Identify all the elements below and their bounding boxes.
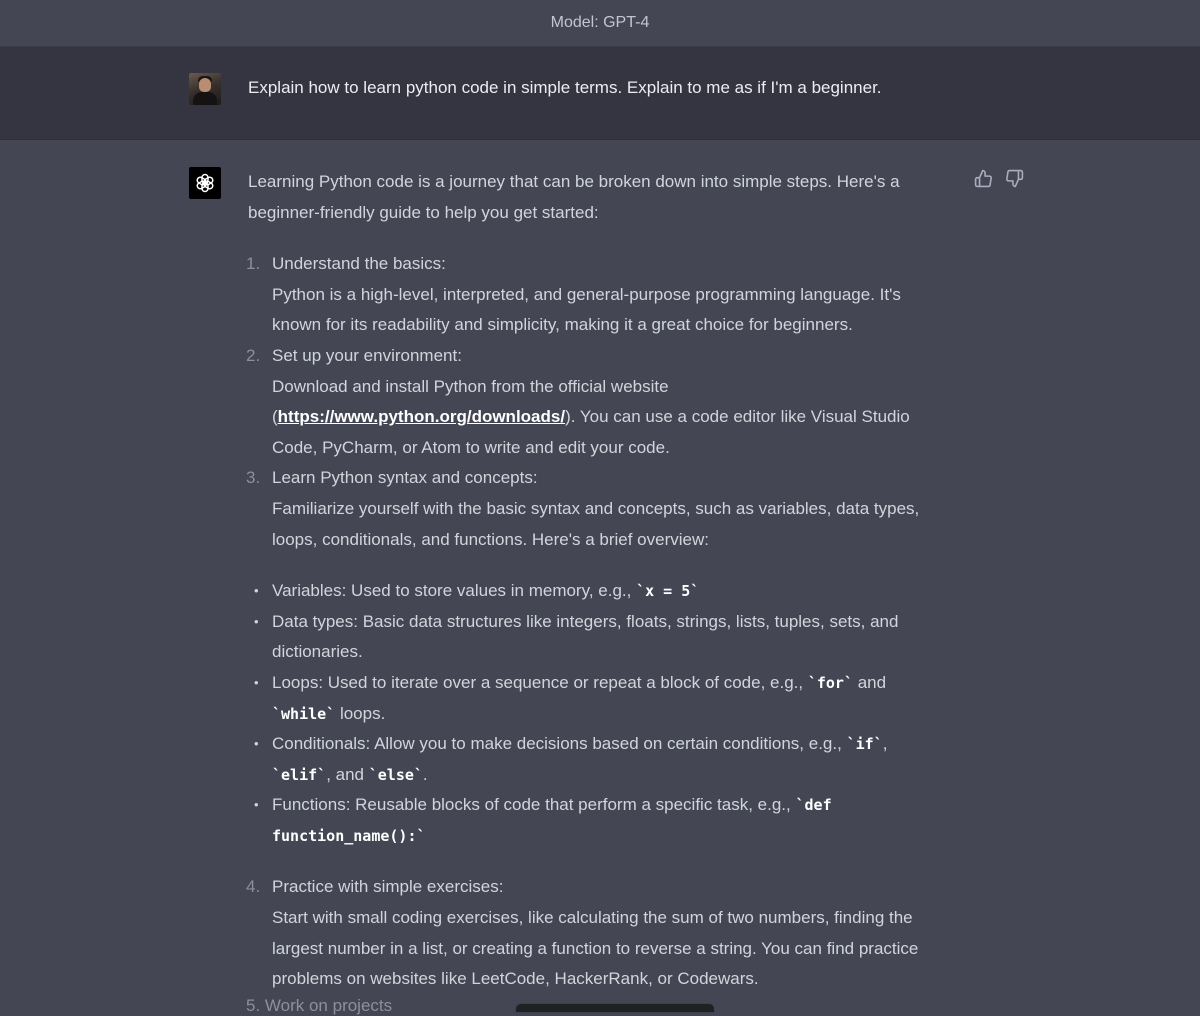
assistant-message: Learning Python code is a journey that c…	[246, 167, 968, 995]
model-label: Model: GPT-4	[550, 14, 650, 31]
step-line: Python is a high-level, interpreted, and…	[272, 284, 901, 304]
step-title: Learn Python syntax and concepts:	[272, 468, 538, 488]
python-downloads-link[interactable]: https://www.python.org/downloads/	[278, 407, 565, 426]
user-avatar	[189, 73, 221, 105]
inline-code: `while`	[272, 704, 336, 723]
step-line: (https://www.python.org/downloads/). You…	[272, 407, 910, 427]
step-number: 2.	[246, 345, 261, 365]
inline-code: `for`	[807, 673, 853, 692]
inline-code: `elif`	[272, 765, 327, 784]
step-title: Understand the basics:	[272, 254, 446, 274]
feedback-buttons	[974, 169, 1024, 188]
step-4: 4. Practice with simple exercises: Start…	[246, 872, 968, 994]
bullet-dot: •	[254, 736, 259, 752]
step-number: 3.	[246, 468, 261, 488]
bullet-conditionals: • Conditionals: Allow you to make decisi…	[248, 729, 968, 790]
step-line: Start with small coding exercises, like …	[272, 908, 913, 928]
inline-code: `if`	[846, 735, 883, 754]
intro-line-1: Learning Python code is a journey that c…	[248, 172, 900, 191]
bullet-dot: •	[254, 613, 259, 629]
step-1: 1. Understand the basics: Python is a hi…	[246, 249, 968, 341]
bullet-data-types: • Data types: Basic data structures like…	[248, 607, 968, 668]
scroll-to-bottom-bar[interactable]	[515, 1003, 715, 1013]
step-line: Code, PyCharm, or Atom to write and edit…	[272, 437, 670, 457]
bullet-loops: • Loops: Used to iterate over a sequence…	[248, 668, 968, 729]
thumbs-up-icon[interactable]	[974, 169, 993, 188]
step-5-partial: 5. Work on projects	[246, 996, 393, 1015]
bullet-dot: •	[254, 797, 259, 813]
step-line: problems on websites like LeetCode, Hack…	[272, 969, 759, 989]
step-line: Download and install Python from the off…	[272, 376, 669, 396]
user-message-text: Explain how to learn python code in simp…	[248, 78, 882, 97]
step-line: Familiarize yourself with the basic synt…	[272, 498, 920, 518]
step-line: largest number in a list, or creating a …	[272, 938, 919, 958]
bullet-functions: • Functions: Reusable blocks of code tha…	[248, 790, 968, 851]
step-3: 3. Learn Python syntax and concepts: Fam…	[246, 463, 968, 555]
step-title: Set up your environment:	[272, 345, 462, 365]
step-line: loops, conditionals, and functions. Here…	[272, 529, 709, 549]
thumbs-down-icon[interactable]	[1005, 169, 1024, 188]
intro-line-2: beginner-friendly guide to help you get …	[248, 202, 599, 222]
step-2: 2. Set up your environment: Download and…	[246, 341, 968, 463]
step-line: known for its readability and simplicity…	[272, 315, 853, 335]
step-title: Practice with simple exercises:	[272, 877, 504, 897]
step-number: 1.	[246, 254, 261, 274]
openai-logo-icon	[189, 167, 221, 199]
inline-code: `x = 5`	[636, 582, 700, 601]
bullet-dot: •	[254, 583, 259, 599]
step-number: 4.	[246, 877, 261, 897]
inline-code: function_name():`	[272, 826, 426, 845]
bullet-dot: •	[254, 674, 259, 690]
bullet-variables: • Variables: Used to store values in mem…	[248, 576, 968, 607]
model-header: Model: GPT-4	[0, 0, 1200, 47]
inline-code: `else`	[368, 765, 423, 784]
inline-code: `def	[795, 796, 832, 815]
